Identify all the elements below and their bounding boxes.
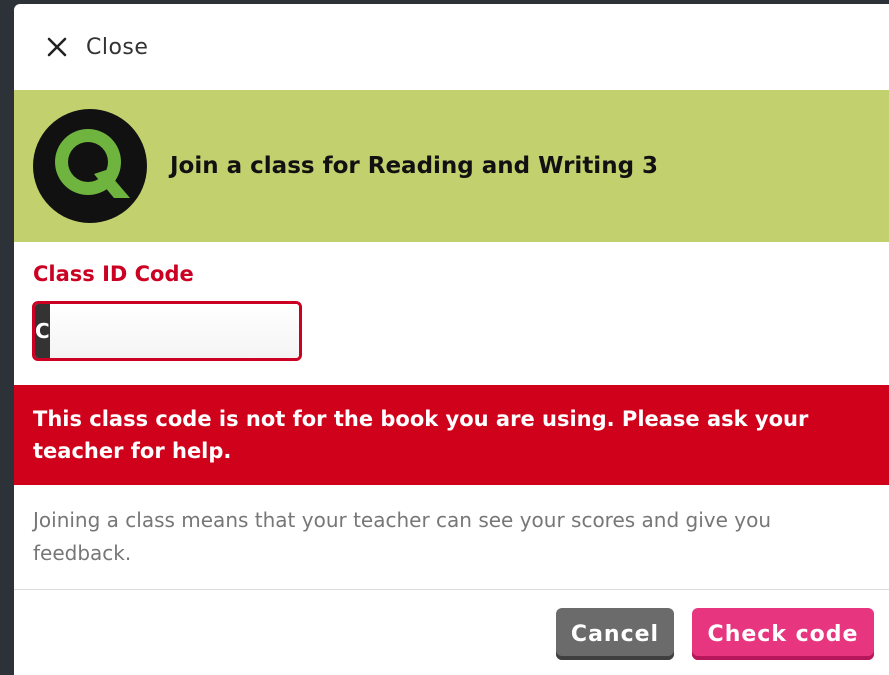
- class-code-input-group: C: [32, 301, 302, 361]
- dialog-header: Join a class for Reading and Writing 3: [14, 90, 889, 242]
- check-code-button[interactable]: Check code: [692, 608, 874, 660]
- q-logo-icon: [33, 109, 147, 223]
- class-id-label: Class ID Code: [33, 262, 194, 286]
- error-message: This class code is not for the book you …: [14, 385, 889, 485]
- cancel-button[interactable]: Cancel: [556, 608, 674, 660]
- footer-divider: [14, 589, 889, 590]
- dialog-title: Join a class for Reading and Writing 3: [170, 153, 659, 179]
- close-label: Close: [86, 34, 149, 60]
- close-icon: [47, 37, 67, 57]
- close-button[interactable]: Close: [14, 4, 889, 90]
- code-prefix: C: [35, 304, 50, 358]
- info-text: Joining a class means that your teacher …: [33, 508, 772, 565]
- join-class-dialog: Close Join a class for Reading and Writi…: [14, 4, 889, 675]
- class-code-field[interactable]: [49, 304, 299, 358]
